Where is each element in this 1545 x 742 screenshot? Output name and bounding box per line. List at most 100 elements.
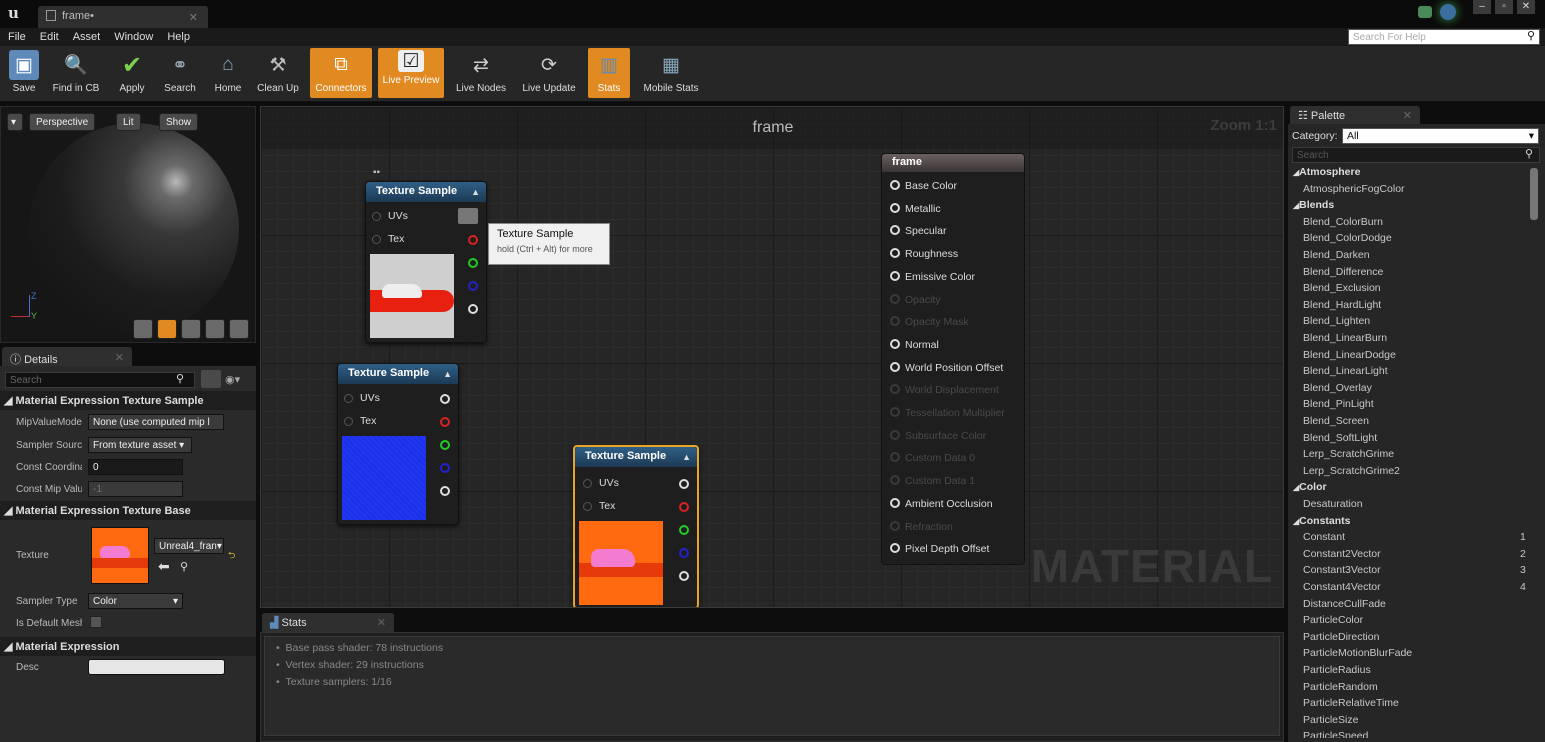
tex-input-pin[interactable]	[583, 502, 592, 511]
palette-item[interactable]: ParticleColor	[1303, 614, 1363, 626]
material-graph[interactable]: frame Zoom 1:1 MATERIAL ▪▪ Texture Sampl…	[260, 106, 1284, 608]
const-coordinate-field[interactable]: 0	[88, 459, 183, 475]
minimize-button[interactable]: –	[1473, 0, 1491, 14]
viewport-options-button[interactable]: ▾	[7, 113, 23, 131]
input-pin-icon[interactable]	[890, 543, 900, 554]
rgb-output-pin[interactable]	[440, 394, 450, 404]
palette-item[interactable]: ParticleDirection	[1303, 631, 1379, 643]
input-pin-icon[interactable]	[890, 316, 900, 327]
palette-search-input[interactable]: Search	[1292, 147, 1540, 163]
palette-item[interactable]: Blend_Overlay	[1303, 382, 1372, 394]
palette-item[interactable]: Constant2Vector	[1303, 548, 1381, 560]
browse-search-icon[interactable]: ⚲	[180, 560, 188, 573]
texture-thumbnail[interactable]	[91, 527, 149, 584]
menu-file[interactable]: File	[8, 31, 34, 43]
b-output-pin[interactable]	[440, 463, 450, 473]
input-pin-icon[interactable]	[890, 225, 900, 236]
texture-sample-node[interactable]: Texture Sample ▲ UVs Tex	[337, 363, 459, 525]
palette-item[interactable]: Blend_LinearDodge	[1303, 349, 1396, 361]
result-pin[interactable]: Emissive Color	[890, 270, 975, 283]
palette-item[interactable]: Blend_ColorBurn	[1303, 216, 1383, 228]
mesh-preview-icon[interactable]	[229, 319, 249, 339]
palette-category[interactable]: ◢Atmosphere	[1293, 166, 1360, 178]
tex-input-pin[interactable]	[372, 235, 381, 244]
uvs-input-pin[interactable]	[344, 394, 353, 403]
mobile-stats-button[interactable]: ▦ Mobile Stats	[638, 48, 704, 98]
palette-item[interactable]: Desaturation	[1303, 498, 1363, 510]
palette-item[interactable]: Lerp_ScratchGrime	[1303, 448, 1394, 460]
const-mip-value-field[interactable]: -1	[88, 481, 183, 497]
use-selected-arrow-icon[interactable]: ⬅	[158, 558, 170, 575]
close-tab-icon[interactable]: ✕	[377, 616, 386, 629]
palette-item[interactable]: Blend_Lighten	[1303, 315, 1370, 327]
category-dropdown[interactable]: All ▾	[1342, 128, 1539, 144]
input-pin-icon[interactable]	[890, 202, 900, 213]
input-pin-icon[interactable]	[890, 384, 900, 395]
rgb-output-pin[interactable]	[679, 479, 689, 489]
input-pin-icon[interactable]	[890, 248, 900, 259]
result-pin[interactable]: Tessellation Multiplier	[890, 407, 1005, 419]
palette-tab[interactable]: ☷ Palette ✕	[1290, 106, 1420, 124]
result-pin[interactable]: Custom Data 1	[890, 475, 975, 487]
palette-item[interactable]: Blend_SoftLight	[1303, 432, 1377, 444]
a-output-pin[interactable]	[679, 571, 689, 581]
result-pin[interactable]: Opacity	[890, 293, 941, 306]
palette-category[interactable]: ◢Blends	[1293, 199, 1334, 211]
view-options-button[interactable]	[201, 370, 221, 388]
input-pin-icon[interactable]	[890, 180, 900, 190]
palette-item[interactable]: ParticleSize	[1303, 714, 1358, 726]
palette-category[interactable]: ◢Color	[1293, 481, 1327, 493]
r-output-pin[interactable]	[679, 502, 689, 512]
home-button[interactable]: ⌂ Home	[210, 48, 246, 98]
perspective-button[interactable]: Perspective	[29, 113, 96, 131]
result-pin[interactable]: Pixel Depth Offset	[890, 543, 989, 555]
cube-preview-icon[interactable]	[205, 319, 225, 339]
eye-icon[interactable]: ◉▾	[225, 373, 240, 386]
palette-item[interactable]: Blend_Exclusion	[1303, 282, 1381, 294]
details-search-input[interactable]: Search	[5, 372, 195, 388]
palette-item[interactable]: Constant4Vector	[1303, 581, 1381, 593]
result-pin[interactable]: Opacity Mask	[890, 316, 969, 328]
connectors-button[interactable]: ⧉ Connectors	[310, 48, 372, 98]
result-pin[interactable]: Subsurface Color	[890, 429, 986, 442]
g-output-pin[interactable]	[440, 440, 450, 450]
result-pin[interactable]: Ambient Occlusion	[890, 497, 993, 510]
live-preview-button[interactable]: ☑ Live Preview	[378, 48, 444, 98]
close-tab-icon[interactable]: ✕	[1403, 109, 1412, 122]
input-pin-icon[interactable]	[890, 361, 900, 372]
palette-item[interactable]: Blend_Darken	[1303, 249, 1370, 261]
search-icon[interactable]: ⚲	[1527, 29, 1541, 45]
r-output-pin[interactable]	[440, 417, 450, 427]
comment-bubble-icon[interactable]: ▪▪	[373, 167, 380, 178]
live-nodes-button[interactable]: ⇄ Live Nodes	[450, 48, 512, 98]
uvs-input-pin[interactable]	[372, 212, 381, 221]
a-output-pin[interactable]	[440, 486, 450, 496]
palette-item[interactable]: Blend_LinearLight	[1303, 365, 1388, 377]
texture-sample-node[interactable]: Texture Sample ▲ UVs Tex	[365, 181, 487, 343]
material-result-node[interactable]: frame Base Color Metallic Specular Roughnes…	[881, 153, 1025, 565]
input-pin-icon[interactable]	[890, 497, 900, 508]
help-search-input[interactable]: Search For Help	[1348, 29, 1540, 45]
collapse-arrow-icon[interactable]: ▲	[471, 187, 480, 197]
show-button[interactable]: Show	[159, 113, 199, 131]
material-preview-viewport[interactable]: ▾ Perspective Lit Show Z Y	[0, 106, 256, 343]
palette-item[interactable]: Blend_Difference	[1303, 266, 1383, 278]
sampler-source-dropdown[interactable]: From texture asset ▾	[88, 437, 192, 453]
unreal-logo-icon[interactable]: u	[8, 4, 19, 22]
uvs-input-pin[interactable]	[583, 479, 592, 488]
palette-item[interactable]: Blend_LinearBurn	[1303, 332, 1387, 344]
collapse-arrow-icon[interactable]: ▲	[443, 369, 452, 379]
lit-button[interactable]: Lit	[116, 113, 141, 131]
document-tab[interactable]: frame• ✕	[38, 6, 208, 28]
palette-item[interactable]: Constant	[1303, 531, 1345, 543]
texture-asset-dropdown[interactable]: Unreal4_fran▾	[154, 538, 224, 554]
palette-item[interactable]: DistanceCullFade	[1303, 598, 1386, 610]
result-pin[interactable]: Metallic	[890, 202, 941, 215]
result-pin[interactable]: Custom Data 0	[890, 452, 975, 464]
sphere-preview-icon[interactable]	[157, 319, 177, 339]
rgb-output-pin[interactable]	[458, 208, 478, 224]
palette-item[interactable]: AtmosphericFogColor	[1303, 183, 1405, 195]
cylinder-preview-icon[interactable]	[133, 319, 153, 339]
r-output-pin[interactable]	[468, 235, 478, 245]
input-pin-icon[interactable]	[890, 338, 900, 349]
